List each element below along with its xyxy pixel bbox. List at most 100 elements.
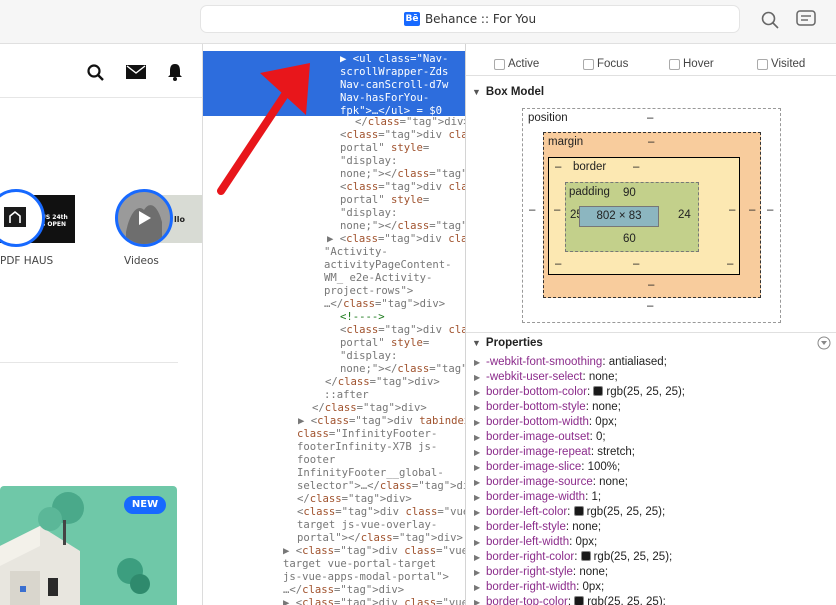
expand-arrow-icon[interactable]: ▶: [474, 505, 482, 520]
expand-arrow-icon[interactable]: ▶: [474, 430, 482, 445]
color-swatch[interactable]: [593, 386, 604, 396]
property-row[interactable]: ▶ border-image-outset: 0;: [474, 430, 606, 445]
expand-arrow-icon[interactable]: ▶: [474, 460, 482, 475]
search-icon[interactable]: [761, 11, 779, 29]
dom-line[interactable]: "display:: [340, 207, 397, 220]
expand-arrow-icon[interactable]: ▶: [474, 550, 482, 565]
dom-line[interactable]: target js-vue-overlay-: [297, 519, 437, 532]
property-row[interactable]: ▶ border-top-color: rgb(25, 25, 25);: [474, 595, 666, 605]
expand-arrow-icon[interactable]: ▶: [474, 490, 482, 505]
dom-line[interactable]: <!---->: [340, 311, 385, 324]
dom-line[interactable]: "display:: [340, 155, 397, 168]
expand-arrow-icon[interactable]: ▶: [474, 595, 482, 605]
property-row[interactable]: ▶ border-image-width: 1;: [474, 490, 601, 505]
expand-arrow-icon[interactable]: ▶: [474, 370, 482, 385]
dom-line[interactable]: <class="tag">div class="v-: [340, 129, 465, 142]
state-active-checkbox[interactable]: Active: [494, 58, 539, 70]
expand-arrow-icon[interactable]: ▶: [474, 415, 482, 430]
dom-line[interactable]: selector">…</class="tag">div>: [297, 480, 465, 493]
dom-line[interactable]: js-vue-apps-modal-portal">: [283, 571, 449, 584]
property-row[interactable]: ▶ -webkit-user-select: none;: [474, 370, 618, 385]
reader-icon[interactable]: [796, 10, 818, 28]
dom-line[interactable]: portal"></class="tag">div>: [297, 532, 463, 545]
dom-line[interactable]: ▶ <class="tag">div class="vue-portal-: [283, 597, 465, 605]
dom-line[interactable]: Nav-hasForYou-: [340, 92, 429, 105]
box-model-header[interactable]: ▼ Box Model: [472, 86, 544, 98]
filter-icon[interactable]: [817, 336, 831, 350]
dom-line[interactable]: </class="tag">div>: [297, 493, 412, 506]
dom-line[interactable]: class="InfinityFooter-: [297, 428, 437, 441]
dom-line[interactable]: none;"></class="tag">div>: [340, 220, 465, 233]
dom-line[interactable]: portal" style=: [340, 194, 429, 207]
property-row[interactable]: ▶ border-bottom-width: 0px;: [474, 415, 617, 430]
property-row[interactable]: ▶ border-left-style: none;: [474, 520, 601, 535]
dom-line[interactable]: <class="tag">div class="v-: [340, 324, 465, 337]
expand-arrow-icon[interactable]: ▶: [474, 580, 482, 595]
dom-line[interactable]: ▶ <ul class="Nav-: [340, 53, 448, 66]
dom-line[interactable]: ▶ <class="tag">div tabindex="0": [298, 415, 465, 428]
dom-line[interactable]: <class="tag">div class="vue-portal-: [297, 506, 465, 519]
dom-line[interactable]: ▶ <class="tag">div class=: [327, 233, 465, 246]
position-bottom: –: [647, 300, 654, 312]
list-item[interactable]: llo Videos: [113, 189, 202, 269]
expand-arrow-icon[interactable]: ▶: [474, 355, 482, 370]
dom-line[interactable]: "display:: [340, 350, 397, 363]
address-bar[interactable]: Bē Behance :: For You: [200, 5, 740, 33]
expand-arrow-icon[interactable]: ▶: [474, 445, 482, 460]
property-value: 100%;: [587, 461, 621, 473]
property-row[interactable]: ▶ border-left-width: 0px;: [474, 535, 597, 550]
color-swatch[interactable]: [574, 596, 585, 605]
dom-line[interactable]: …</class="tag">div>: [324, 298, 445, 311]
expand-arrow-icon[interactable]: ▶: [474, 520, 482, 535]
dom-line[interactable]: WM_ e2e-Activity-: [324, 272, 432, 285]
dom-line[interactable]: "Activity-: [324, 246, 388, 259]
dom-line[interactable]: InfinityFooter__global-: [297, 467, 444, 480]
dom-line[interactable]: …</class="tag">div>: [283, 584, 404, 597]
property-row[interactable]: ▶ border-bottom-color: rgb(25, 25, 25);: [474, 385, 685, 400]
expand-arrow-icon[interactable]: ▶: [474, 535, 482, 550]
dom-line[interactable]: portal" style=: [340, 337, 429, 350]
dom-line[interactable]: Nav-canScroll-d7w: [340, 79, 448, 92]
state-visited-checkbox[interactable]: Visited: [757, 58, 805, 70]
dom-line[interactable]: footerInfinity-X7B js-: [297, 441, 437, 454]
property-row[interactable]: ▶ border-image-repeat: stretch;: [474, 445, 635, 460]
dom-line[interactable]: </class="tag">div>: [312, 402, 427, 415]
dom-line[interactable]: </class="tag">div>: [325, 376, 440, 389]
property-row[interactable]: ▶ border-image-slice: 100%;: [474, 460, 620, 475]
mail-icon[interactable]: [126, 65, 146, 79]
project-card[interactable]: NEW: [0, 486, 177, 605]
color-swatch[interactable]: [580, 551, 591, 561]
property-row[interactable]: ▶ -webkit-font-smoothing: antialiased;: [474, 355, 667, 370]
dom-line[interactable]: ▶ <class="tag">div class="vue-portal-: [283, 545, 465, 558]
disclosure-triangle-icon: ▼: [472, 87, 481, 97]
bell-icon[interactable]: [167, 63, 183, 81]
expand-arrow-icon[interactable]: ▶: [474, 565, 482, 580]
expand-arrow-icon[interactable]: ▶: [474, 475, 482, 490]
dom-line[interactable]: scrollWrapper-Zds: [340, 66, 448, 79]
expand-arrow-icon[interactable]: ▶: [474, 400, 482, 415]
color-swatch[interactable]: [573, 506, 584, 516]
state-hover-checkbox[interactable]: Hover: [669, 58, 714, 70]
position-label: position: [528, 112, 568, 124]
dom-line[interactable]: footer: [297, 454, 335, 467]
dom-line[interactable]: </class="tag">div>: [355, 116, 465, 129]
property-row[interactable]: ▶ border-right-width: 0px;: [474, 580, 604, 595]
list-item[interactable]: US 24th S OPEN PDF HAUS: [0, 189, 80, 269]
expand-arrow-icon[interactable]: ▶: [474, 385, 482, 400]
dom-line[interactable]: target vue-portal-target: [283, 558, 436, 571]
state-focus-checkbox[interactable]: Focus: [583, 58, 628, 70]
dom-line[interactable]: portal" style=: [340, 142, 429, 155]
dom-line[interactable]: ::after: [324, 389, 369, 402]
dom-line[interactable]: none;"></class="tag">div>: [340, 363, 465, 376]
property-row[interactable]: ▶ border-right-style: none;: [474, 565, 608, 580]
dom-line[interactable]: project-rows">: [324, 285, 413, 298]
property-row[interactable]: ▶ border-image-source: none;: [474, 475, 628, 490]
dom-line[interactable]: <class="tag">div class="v-: [340, 181, 465, 194]
property-row[interactable]: ▶ border-left-color: rgb(25, 25, 25);: [474, 505, 665, 520]
property-row[interactable]: ▶ border-right-color: rgb(25, 25, 25);: [474, 550, 672, 565]
properties-header[interactable]: ▼ Properties: [472, 337, 543, 349]
dom-line[interactable]: none;"></class="tag">div>: [340, 168, 465, 181]
dom-line[interactable]: activityPageContent-: [324, 259, 452, 272]
search-icon[interactable]: [87, 64, 105, 82]
property-row[interactable]: ▶ border-bottom-style: none;: [474, 400, 621, 415]
